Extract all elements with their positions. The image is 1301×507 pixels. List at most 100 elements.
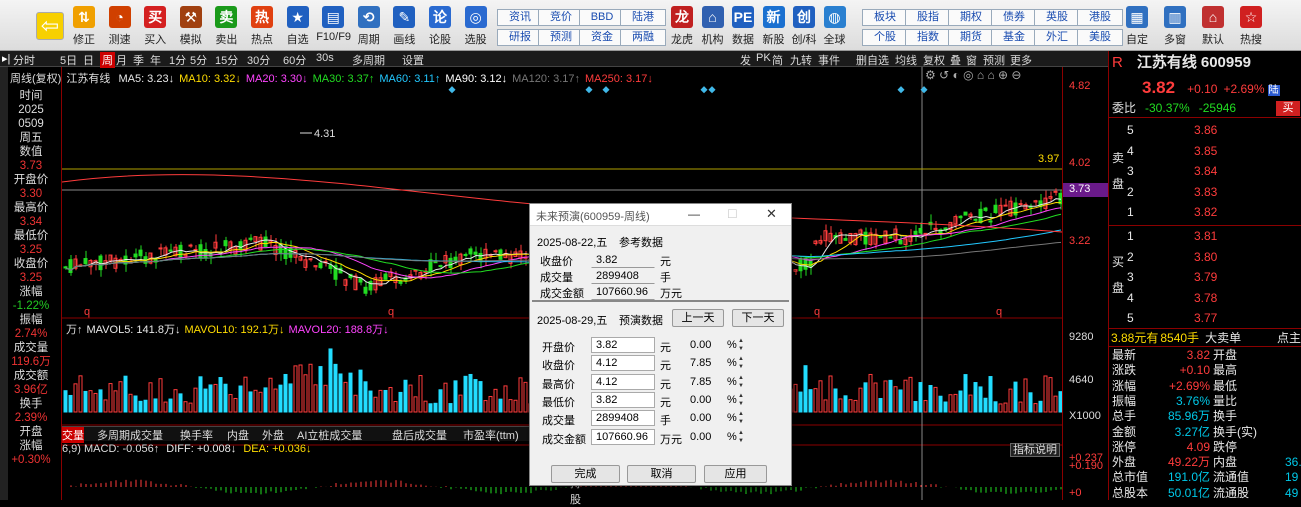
pred-pct-input[interactable]: 0.00 — [685, 391, 725, 408]
bid-row[interactable]: 1 3.81 — [1109, 227, 1301, 246]
toolbar-select-stock-button[interactable]: ◎ 选股 — [459, 4, 493, 50]
chart-tool-11[interactable]: 更多 — [1010, 52, 1032, 68]
toolbar-link-1[interactable]: 股指 — [905, 9, 951, 26]
toolbar-link-1[interactable]: 预测 — [538, 29, 584, 46]
trade-button[interactable]: 买 — [1276, 101, 1300, 116]
toolbar-link-0[interactable]: 板块 — [862, 9, 908, 26]
toolbar-hot-search-button[interactable]: ☆ 热搜 — [1234, 4, 1268, 50]
toolbar-home-button[interactable]: ⌂ 默认 — [1196, 4, 1230, 50]
period-11[interactable]: 60分 — [283, 52, 306, 68]
toolbar-multi-window-button[interactable]: ▥ 多窗 — [1158, 4, 1192, 50]
chart-tool-10[interactable]: 预测 — [983, 52, 1005, 68]
bid-row[interactable]: 5 3.77 — [1109, 309, 1301, 328]
toolbar-link-3[interactable]: 陆港 — [620, 9, 666, 26]
indicator-tab[interactable]: 市盈率(ttm) — [463, 427, 519, 443]
toolbar-link-1[interactable]: 竞价 — [538, 9, 584, 26]
period-6[interactable]: 年 — [150, 52, 161, 68]
toolbar-link-0[interactable]: 研报 — [497, 29, 543, 46]
toolbar-discuss-button[interactable]: 论论股 — [423, 4, 457, 50]
toolbar-new-stock-button[interactable]: 新新股 — [757, 4, 791, 50]
ask-row[interactable]: 1 3.82 — [1109, 203, 1301, 222]
period-12[interactable]: 30s — [316, 52, 334, 64]
toolbar-document-button[interactable]: ▤ F10/F9 — [316, 4, 351, 50]
period-13[interactable]: 多周期 — [352, 52, 385, 68]
toolbar-link-3[interactable]: 两融 — [620, 29, 666, 46]
pred-pct-input[interactable]: 0.00 — [685, 428, 725, 445]
pred-pct-input[interactable]: 7.85 — [685, 373, 725, 390]
indicator-tab[interactable]: 盘后成交量 — [392, 427, 447, 443]
chart-tool-4[interactable]: 事件 — [818, 52, 840, 68]
toolbar-custom-button[interactable]: ▦ 自定 — [1120, 4, 1154, 50]
spinner-arrows-icon[interactable]: ▲ ▼ — [737, 410, 745, 426]
period-4[interactable]: 月 — [116, 52, 127, 68]
close-icon[interactable]: ✕ — [766, 206, 777, 222]
indicator-tab[interactable]: AI立桩成交量 — [297, 427, 362, 443]
toolbar-star-button[interactable]: ★ 自选 — [281, 4, 315, 50]
pred-value-input[interactable]: 3.82 — [591, 337, 655, 353]
toolbar-institution-button[interactable]: ⌂ 机构 — [696, 4, 730, 50]
toolbar-link-3[interactable]: 债券 — [991, 9, 1037, 26]
big-order-link[interactable]: 点主 — [1277, 329, 1301, 348]
toolbar-link-0[interactable]: 资讯 — [497, 9, 543, 26]
chart-tool-3[interactable]: 九转 — [790, 52, 812, 68]
indicator-tab[interactable]: 内盘 — [227, 427, 249, 443]
toolbar-globe-button[interactable]: ◍ 全球 — [818, 4, 852, 50]
period-9[interactable]: 15分 — [215, 52, 238, 68]
period-2[interactable]: 日 — [83, 52, 94, 68]
ask-row[interactable]: 3 3.84 — [1109, 162, 1301, 181]
pred-pct-input[interactable]: 0.00 — [685, 410, 725, 427]
chart-tool-5[interactable]: 删自选 — [856, 52, 889, 68]
toolbar-pen-button[interactable]: ✎ 画线 — [387, 4, 421, 50]
toolbar-link-4[interactable]: 外汇 — [1034, 29, 1080, 46]
period-1[interactable]: 5日 — [60, 52, 77, 68]
chart-tool-2[interactable]: 简 — [772, 52, 783, 68]
bid-row[interactable]: 3 3.79 — [1109, 268, 1301, 287]
toolbar-hammer-button[interactable]: ⚒ 模拟 — [174, 4, 208, 50]
spinner-arrows-icon[interactable]: ▲ ▼ — [737, 429, 745, 445]
pin-icon[interactable]: ▸| — [2, 52, 10, 65]
apply-button[interactable]: 应用 — [704, 465, 767, 483]
pred-pct-input[interactable]: 0.00 — [685, 337, 725, 353]
cancel-button[interactable]: 取消 — [627, 465, 696, 483]
prev-day-button[interactable]: 上一天 — [672, 309, 724, 327]
toolbar-cycle-button[interactable]: ⟲ 周期 — [352, 4, 386, 50]
pred-value-input[interactable]: 4.12 — [591, 373, 655, 390]
toolbar-chuang-button[interactable]: 创创/科 — [787, 4, 821, 50]
indicator-help-button[interactable]: 指标说明 — [1010, 443, 1060, 457]
ask-row[interactable]: 5 3.86 — [1109, 121, 1301, 140]
toolbar-link-3[interactable]: 基金 — [991, 29, 1037, 46]
period-8[interactable]: 5分 — [190, 52, 207, 68]
toolbar-sell-button[interactable]: 卖卖出 — [209, 4, 243, 50]
toolbar-link-2[interactable]: 资金 — [579, 29, 625, 46]
pred-pct-input[interactable]: 7.85 — [685, 355, 725, 372]
next-day-button[interactable]: 下一天 — [732, 309, 784, 327]
period-0[interactable]: 分时 — [13, 52, 35, 68]
pred-value-input[interactable]: 2899408 — [591, 410, 655, 427]
period-7[interactable]: 1分 — [169, 52, 186, 68]
spinner-arrows-icon[interactable]: ▲ ▼ — [737, 355, 745, 371]
indicator-tab[interactable]: 外盘 — [262, 427, 284, 443]
toolbar-buy-button[interactable]: 买买入 — [138, 4, 172, 50]
toolbar-link-1[interactable]: 指数 — [905, 29, 951, 46]
toolbar-up-down-arrow-button[interactable]: ⇅ 修正 — [67, 4, 101, 50]
chart-tool-7[interactable]: 复权 — [923, 52, 945, 68]
pred-value-input[interactable]: 4.12 — [591, 355, 655, 372]
period-5[interactable]: 季 — [133, 52, 144, 68]
chart-tool-1[interactable]: PK — [756, 52, 771, 64]
bid-row[interactable]: 4 3.78 — [1109, 289, 1301, 308]
toolbar-clock-button[interactable]: ◔ 测速 — [103, 4, 137, 50]
chart-tool-0[interactable]: 发 — [740, 52, 751, 68]
chart-tool-icons[interactable]: ⚙ ↺ ◐ ◎ ⌂ ⌂ ⊕ ⊖ — [925, 68, 1021, 82]
ask-row[interactable]: 4 3.85 — [1109, 142, 1301, 161]
spinner-arrows-icon[interactable]: ▲ ▼ — [737, 337, 745, 353]
indicator-tab[interactable]: 交量 — [62, 427, 84, 443]
toolbar-dragon-button[interactable]: 龙龙虎 — [665, 4, 699, 50]
ask-row[interactable]: 2 3.83 — [1109, 183, 1301, 202]
chart-tool-9[interactable]: 窗 — [966, 52, 977, 68]
big-order-row[interactable]: 3.88元有 8540手 大卖单 点主 — [1109, 328, 1301, 347]
period-14[interactable]: 设置 — [402, 52, 424, 68]
minimize-icon[interactable]: — — [688, 207, 700, 221]
toolbar-pe-button[interactable]: PE 数据 — [726, 4, 760, 50]
toolbar-link-4[interactable]: 英股 — [1034, 9, 1080, 26]
side-tabs[interactable] — [0, 67, 8, 500]
